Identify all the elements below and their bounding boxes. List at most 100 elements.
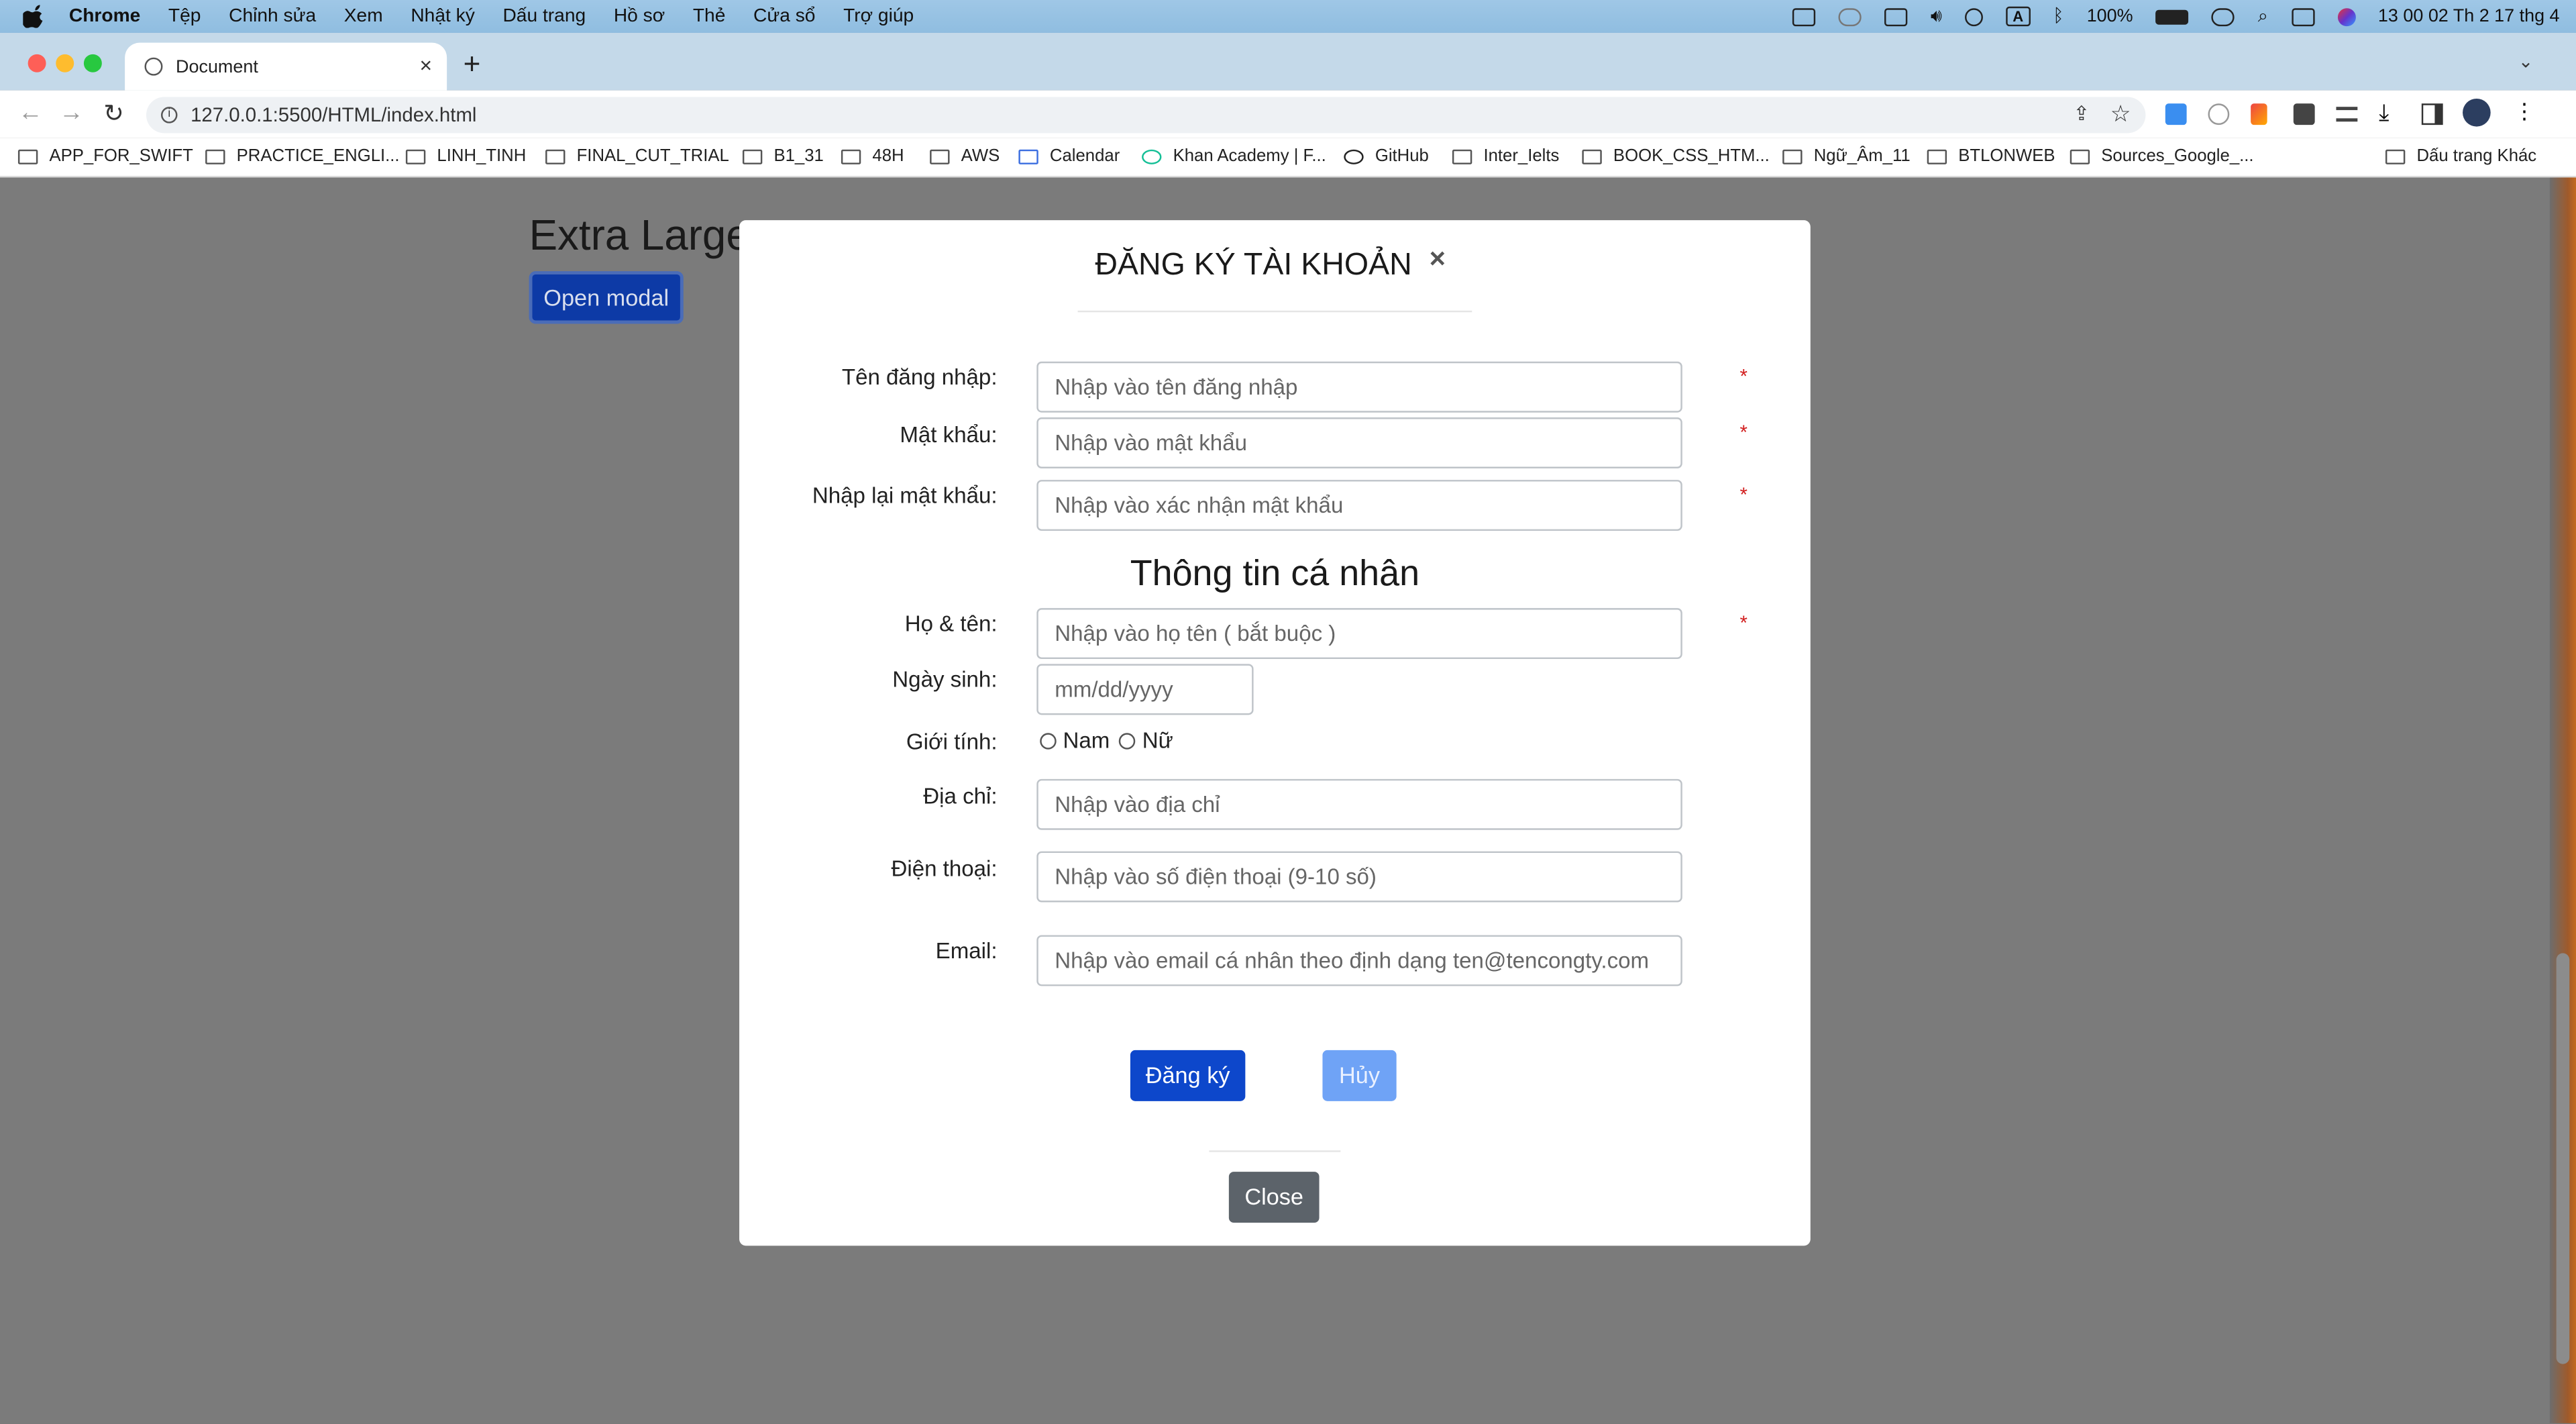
bookmark-item[interactable]: APP_FOR_SWIFT [17,146,193,166]
cloud-icon[interactable] [1838,7,1862,26]
gender-male-label[interactable]: Nam [1063,728,1110,753]
bookmark-item[interactable]: LINH_TINH [405,146,526,166]
register-button[interactable]: Đăng ký [1130,1050,1246,1101]
more-menu-icon[interactable]: ⋮ [2514,99,2535,123]
apple-icon[interactable] [23,5,46,28]
bookmark-item[interactable]: FINAL_CUT_TRIAL [545,146,729,166]
play-icon[interactable] [1965,7,1984,26]
cancel-button[interactable]: Hủy [1322,1050,1397,1101]
extension-drop-icon[interactable] [2165,103,2187,125]
bookmark-item[interactable]: GitHub [1344,146,1429,166]
scrollbar[interactable] [2556,953,2570,1364]
menu-bookmarks[interactable]: Dấu trang [502,7,586,26]
share-icon[interactable]: ⇪ [2073,102,2090,125]
gender-male-radio[interactable] [1040,733,1057,750]
menu-edit[interactable]: Chỉnh sửa [229,7,316,26]
clock[interactable]: 13 00 02 Th 2 17 thg 4 [2378,7,2560,26]
folder-icon [1927,148,1947,164]
phone-input[interactable]: Nhập vào số điện thoại (9-10 số) [1036,851,1682,903]
folder-icon [545,148,566,164]
tab-close-icon[interactable]: × [419,52,432,77]
menu-tab[interactable]: Thẻ [693,7,726,26]
menu-view[interactable]: Xem [344,7,383,26]
folder-icon [2385,148,2406,164]
new-tab-button[interactable]: + [464,48,481,82]
menu-history[interactable]: Nhật ký [411,7,475,26]
bookmark-item[interactable]: BTLONWEB [1927,146,2055,166]
extensions-puzzle-icon[interactable] [2293,103,2315,125]
extension-pen-icon[interactable] [2251,103,2267,125]
bookmark-item[interactable]: 48H [841,146,904,166]
password-label: Mật khẩu: [900,422,998,448]
confirm-password-input[interactable]: Nhập vào xác nhận mật khẩu [1036,480,1682,531]
folder-icon [1782,148,1803,164]
close-window-button[interactable] [28,54,46,72]
username-input[interactable]: Nhập vào tên đăng nhập [1036,361,1682,413]
address-label: Địa chỉ: [923,784,998,809]
modal-close-icon[interactable]: × [1430,243,1446,276]
display-icon[interactable] [1792,7,1816,26]
required-mark: * [1739,364,1748,388]
maximize-window-button[interactable] [83,54,102,72]
battery-icon[interactable] [2155,9,2189,24]
address-bar[interactable]: i 127.0.0.1:5500/HTML/index.html ⇪ ☆ [146,97,2146,134]
folder-icon [930,148,950,164]
close-button[interactable]: Close [1228,1172,1320,1223]
menu-help[interactable]: Trợ giúp [843,7,914,26]
dob-input[interactable]: mm/dd/yyyy [1036,664,1254,715]
tab-title: Document [176,56,258,77]
avatar[interactable] [2463,98,2491,127]
bookmark-item[interactable]: AWS [930,146,1000,166]
open-modal-button[interactable]: Open modal [529,271,684,324]
control-center-icon[interactable] [2291,7,2314,26]
bookmark-item[interactable]: Ngữ_Âm_11 [1782,146,1911,166]
section-title: Thông tin cá nhân [1130,552,1420,594]
url-text[interactable]: 127.0.0.1:5500/HTML/index.html [191,103,476,126]
battery-percent: 100% [2086,6,2133,27]
required-mark: * [1739,483,1748,507]
gender-female-radio[interactable] [1119,733,1136,750]
bookmark-other[interactable]: Dấu trang Khác [2385,146,2536,166]
reload-icon[interactable]: ↻ [103,99,124,128]
password-input[interactable]: Nhập vào mật khẩu [1036,417,1682,468]
side-panel-icon[interactable] [2421,103,2443,125]
globe-icon [144,57,163,76]
link-icon[interactable] [2212,7,2235,26]
bookmark-item[interactable]: Khan Academy | F... [1142,146,1326,166]
download-icon[interactable]: ⤓ [2379,99,2400,125]
address-input[interactable]: Nhập vào địa chỉ [1036,778,1682,830]
folder-icon [841,148,861,164]
email-input[interactable]: Nhập vào email cá nhân theo định dạng te… [1036,935,1682,986]
tab-search-icon[interactable]: ⌄ [2518,51,2534,72]
drive-icon[interactable] [1884,7,1908,26]
menu-file[interactable]: Tệp [168,7,201,26]
divider [1209,1150,1341,1152]
menu-app-name[interactable]: Chrome [69,7,140,26]
fullname-input[interactable]: Nhập vào họ tên ( bắt buộc ) [1036,608,1682,660]
gender-female-label[interactable]: Nữ [1142,728,1173,753]
forward-icon[interactable]: → [59,99,84,127]
siri-icon[interactable] [2337,7,2355,26]
back-icon[interactable]: ← [18,99,43,127]
star-icon[interactable]: ☆ [2110,100,2131,128]
browser-toolbar: ← → ↻ i 127.0.0.1:5500/HTML/index.html ⇪… [0,90,2576,138]
folder-icon [405,148,426,164]
extension-compass-icon[interactable] [2208,103,2230,125]
browser-tab[interactable]: Document × [125,42,447,91]
bookmark-item[interactable]: BOOK_CSS_HTM... [1582,146,1770,166]
bookmark-item[interactable]: Sources_Google_... [2070,146,2254,166]
bookmark-item[interactable]: Inter_Ielts [1452,146,1559,166]
volume-icon[interactable]: 🔊︎ [1931,6,1942,28]
bookmark-item[interactable]: Calendar [1018,146,1120,166]
reading-list-icon[interactable] [2336,107,2358,122]
bluetooth-icon[interactable]: ᛒ [2053,7,2063,26]
minimize-window-button[interactable] [56,54,74,72]
bookmark-item[interactable]: PRACTICE_ENGLI... [205,146,400,166]
menu-profiles[interactable]: Hồ sơ [614,7,665,26]
search-icon[interactable]: ⌕ [2258,6,2268,28]
info-icon[interactable]: i [161,107,178,123]
folder-icon [1452,148,1472,164]
menu-window[interactable]: Cửa sổ [753,7,815,26]
bookmark-item[interactable]: B1_31 [742,146,824,166]
input-source-icon[interactable]: A [2006,6,2030,27]
